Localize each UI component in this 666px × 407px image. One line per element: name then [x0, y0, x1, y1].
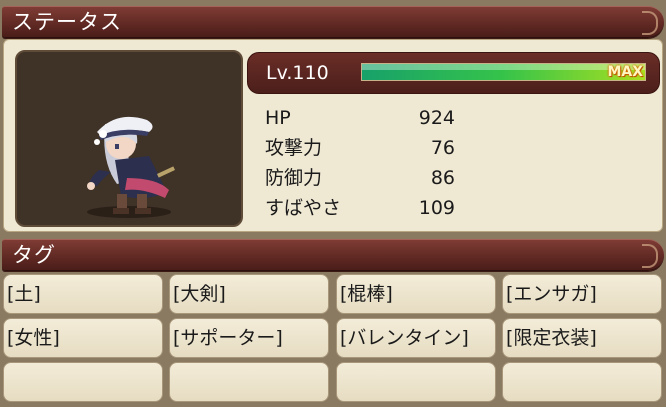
exp-gauge-fill	[362, 64, 645, 80]
tag-cell[interactable]: [土]	[3, 274, 163, 314]
tag-header-banner: タグ	[2, 239, 664, 271]
status-header-title: ステータス	[12, 10, 122, 34]
tag-cell-empty	[336, 362, 496, 402]
stat-name: すばやさ	[265, 197, 342, 219]
status-header-banner: ステータス	[2, 6, 664, 38]
stat-name: HP	[265, 107, 291, 129]
max-badge: MAX	[607, 64, 643, 80]
scroll-ornament-icon	[642, 11, 658, 35]
tag-cell-empty	[502, 362, 662, 402]
stat-value: 86	[430, 167, 455, 189]
stat-value: 76	[430, 137, 455, 159]
tag-header-title: タグ	[12, 243, 56, 267]
exp-gauge: MAX	[361, 63, 646, 81]
tag-cell[interactable]: [大剣]	[169, 274, 329, 314]
stat-row-attack: 攻撃力 76	[265, 133, 465, 163]
tag-cell[interactable]: [エンサガ]	[502, 274, 662, 314]
tag-cell[interactable]: [女性]	[3, 318, 163, 358]
stat-name: 攻撃力	[265, 137, 323, 159]
character-portrait	[15, 50, 243, 227]
character-sprite-icon	[87, 116, 176, 218]
tag-cell[interactable]: [サポーター]	[169, 318, 329, 358]
tag-cell-empty	[169, 362, 329, 402]
level-bar: Lv.110 MAX	[247, 52, 660, 94]
scroll-ornament-icon	[642, 244, 658, 268]
level-label: Lv.110	[266, 62, 329, 84]
stat-name: 防御力	[265, 167, 323, 189]
stat-row-hp: HP 924	[265, 103, 465, 133]
tag-cell[interactable]: [限定衣装]	[502, 318, 662, 358]
stat-value: 109	[418, 197, 455, 219]
tag-cell-empty	[3, 362, 163, 402]
stat-value: 924	[418, 107, 455, 129]
stat-row-speed: すばやさ 109	[265, 193, 465, 223]
tag-cell[interactable]: [棍棒]	[336, 274, 496, 314]
status-panel: Lv.110 MAX HP 924 攻撃力 76 防御力 86 すばやさ 109	[3, 39, 663, 232]
tag-cell[interactable]: [バレンタイン]	[336, 318, 496, 358]
stat-row-defense: 防御力 86	[265, 163, 465, 193]
